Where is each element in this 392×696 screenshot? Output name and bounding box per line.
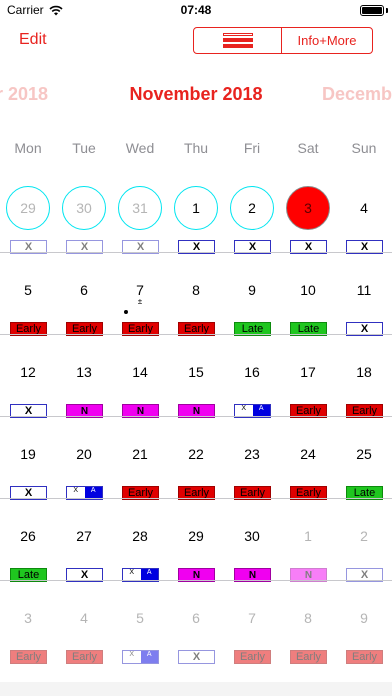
day-number[interactable]: 25 <box>336 446 392 462</box>
day-number[interactable]: 20 <box>56 446 112 462</box>
day-number[interactable]: 28 <box>112 528 168 544</box>
day-number[interactable]: 31 <box>112 200 168 216</box>
day-number[interactable]: 18 <box>336 364 392 380</box>
status-bar: Carrier 07:48 <box>0 0 392 22</box>
day-number[interactable]: 8 <box>168 282 224 298</box>
day-number[interactable]: 5 <box>0 282 56 298</box>
info-more-segment[interactable]: Info+More <box>282 28 372 53</box>
day-number[interactable]: 23 <box>224 446 280 462</box>
day-number[interactable]: 6 <box>168 610 224 626</box>
week-separator <box>0 334 392 335</box>
weekday-label-tue: Tue <box>72 140 96 156</box>
battery-tip <box>386 8 388 13</box>
status-time: 07:48 <box>180 3 212 17</box>
day-number[interactable]: 16 <box>224 364 280 380</box>
day-number[interactable]: 19 <box>0 446 56 462</box>
day-number[interactable]: 29 <box>0 200 56 216</box>
shift-badge-early[interactable]: Early <box>346 650 383 664</box>
day-number[interactable]: 9 <box>224 282 280 298</box>
weekday-label-sat: Sat <box>297 140 319 156</box>
day-number[interactable]: 21 <box>112 446 168 462</box>
day-number[interactable]: 11 <box>336 282 392 298</box>
day-number[interactable]: 14 <box>112 364 168 380</box>
week-separator <box>0 498 392 499</box>
day-number[interactable]: 1 <box>168 200 224 216</box>
day-number[interactable]: 7 <box>112 282 168 298</box>
day-number[interactable]: 22 <box>168 446 224 462</box>
shift-badge-early[interactable]: Early <box>234 650 271 664</box>
day-number[interactable]: 3 <box>0 610 56 626</box>
view-segmented-control: Info+More <box>193 27 373 54</box>
day-number[interactable]: 4 <box>336 200 392 216</box>
list-view-icon <box>222 33 253 36</box>
day-number[interactable]: 2 <box>336 528 392 544</box>
shift-badge-off[interactable]: X <box>178 650 215 664</box>
shift-badge-early[interactable]: Early <box>290 650 327 664</box>
day-number[interactable]: 13 <box>56 364 112 380</box>
week-separator <box>0 252 392 253</box>
list-view-icon-bar <box>222 38 253 42</box>
day-number[interactable]: 5 <box>112 610 168 626</box>
split-shift-off: X <box>123 651 141 663</box>
event-marker: ± <box>137 297 143 306</box>
battery-icon <box>360 5 384 16</box>
week-separator <box>0 416 392 417</box>
shift-badge-early[interactable]: Early <box>66 650 103 664</box>
list-view-icon-bar <box>222 44 253 48</box>
shift-badge-split[interactable]: XA <box>122 650 159 664</box>
day-number[interactable]: 24 <box>280 446 336 462</box>
day-number[interactable]: 10 <box>280 282 336 298</box>
day-number[interactable]: 9 <box>336 610 392 626</box>
event-dot <box>124 310 128 314</box>
day-number[interactable]: 8 <box>280 610 336 626</box>
edit-button[interactable]: Edit <box>19 31 47 49</box>
bottom-bar <box>0 682 392 696</box>
day-number[interactable]: 2 <box>224 200 280 216</box>
day-number[interactable]: 12 <box>0 364 56 380</box>
day-number[interactable]: 15 <box>168 364 224 380</box>
next-month-label[interactable]: Decembe <box>322 84 392 105</box>
list-view-segment[interactable] <box>194 28 282 53</box>
day-number[interactable]: 29 <box>168 528 224 544</box>
weekday-label-fri: Fri <box>243 140 261 156</box>
day-number[interactable]: 30 <box>56 200 112 216</box>
day-number[interactable]: 1 <box>280 528 336 544</box>
weekday-label-thu: Thu <box>183 140 209 156</box>
week-separator <box>0 580 392 581</box>
day-number[interactable]: 6 <box>56 282 112 298</box>
shift-badge-early[interactable]: Early <box>10 650 47 664</box>
day-number[interactable]: 27 <box>56 528 112 544</box>
day-number[interactable]: 26 <box>0 528 56 544</box>
day-number[interactable]: 4 <box>56 610 112 626</box>
day-number[interactable]: 30 <box>224 528 280 544</box>
day-number[interactable]: 7 <box>224 610 280 626</box>
weekday-label-wed: Wed <box>125 140 155 156</box>
split-shift-a: A <box>140 651 158 663</box>
day-number[interactable]: 3 <box>280 200 336 216</box>
day-number[interactable]: 17 <box>280 364 336 380</box>
weekday-label-mon: Mon <box>14 140 42 156</box>
weekday-label-sun: Sun <box>351 140 377 156</box>
